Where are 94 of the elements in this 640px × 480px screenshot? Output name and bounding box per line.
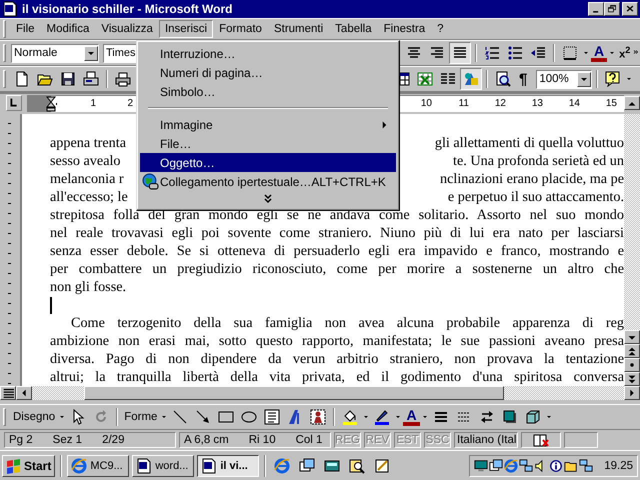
windows-icon[interactable] xyxy=(489,458,504,472)
status-text: A 6,8 cm xyxy=(184,434,229,446)
text-line: non gli fosse. xyxy=(50,278,126,296)
monitor-icon[interactable] xyxy=(474,458,488,472)
chevron-down-icon xyxy=(263,194,273,204)
status-panel xyxy=(564,432,598,448)
ruler-number: 14 xyxy=(543,98,580,109)
text-line: nel reale trovavasi egli poi sovente come straniero. Niuno più di lui era nato per lasciarsi xyxy=(50,224,624,242)
next-page-button[interactable] xyxy=(624,372,640,386)
menu-item[interactable]: Modifica xyxy=(40,20,96,38)
text-line: diversa. Pago di non dipendere da verun arbitrio straniero, non provava la tentazione xyxy=(50,350,624,368)
text-line: gli allettamenti di quella voluttuo xyxy=(434,134,624,152)
draw-menu[interactable]: Disegno xyxy=(11,411,58,423)
document-icon xyxy=(201,458,218,474)
task-label: MC9... xyxy=(90,460,123,472)
network-icon[interactable] xyxy=(579,458,594,472)
font-color-button[interactable]: A xyxy=(403,408,420,426)
submenu-arrow-icon xyxy=(381,120,388,128)
text-line: melanconia r xyxy=(50,170,124,188)
text-line: e perpetuo il suo attaccamento. xyxy=(448,188,624,206)
spelling-book-icon[interactable] xyxy=(533,432,549,448)
menu-entry[interactable]: Numeri di pagina… xyxy=(140,63,396,82)
text-line: nclinazioni erano placide, ma pe xyxy=(440,170,624,188)
status-text: 2/29 xyxy=(102,434,124,446)
superscript-button[interactable]: x$^{2}$ xyxy=(617,45,632,61)
shapes-menu[interactable]: Forme xyxy=(122,411,160,423)
zoom-dropdown[interactable]: 100% xyxy=(536,70,592,88)
text-line: appena trenta xyxy=(50,134,126,152)
drawing-icon[interactable] xyxy=(460,68,482,90)
view-button[interactable] xyxy=(0,386,16,400)
menu-item[interactable]: Formato xyxy=(213,20,268,38)
taskbar-button[interactable]: il vi... xyxy=(197,454,260,476)
minimize-button[interactable] xyxy=(588,2,604,16)
document-icon xyxy=(136,458,152,474)
web-page-icon xyxy=(71,458,88,474)
menu-entry[interactable]: Interruzione… xyxy=(140,44,396,63)
window-title: il visionario schiller - Microsoft Word xyxy=(22,2,234,16)
menu-item[interactable]: File xyxy=(10,20,41,38)
scroll-left-button[interactable] xyxy=(16,386,32,400)
task-label: word... xyxy=(155,460,188,472)
text-line: per combattere un pregiudizio riconosciuto, come per morire a sostenerne un altro che xyxy=(50,260,624,278)
text-line: sesso avealo xyxy=(50,152,121,170)
text-line: Come terzogenito della sua famiglia non avea alcuna probabile apparenza di reg xyxy=(71,314,624,332)
vertical-scrollbar[interactable] xyxy=(624,114,640,386)
scroll-right-button[interactable] xyxy=(624,386,640,400)
status-text: Pg 2 xyxy=(9,434,33,446)
task-label: il vi... xyxy=(220,460,248,472)
restore-button[interactable] xyxy=(604,2,620,16)
ruler-number: 13 xyxy=(506,98,543,109)
scroll-thumb[interactable] xyxy=(84,386,504,400)
close-button[interactable] xyxy=(622,2,638,16)
style-dropdown[interactable]: Normale xyxy=(11,44,99,62)
menu-entry[interactable]: Immagine xyxy=(140,115,396,134)
menu-entry[interactable]: File… xyxy=(140,134,396,153)
status-text: Sez 1 xyxy=(52,434,82,446)
menu-item[interactable]: Tabella xyxy=(329,20,378,38)
show-marks-button[interactable]: ¶ xyxy=(515,70,532,88)
taskbar-button[interactable]: word... xyxy=(132,454,194,476)
tab-stop-icon[interactable] xyxy=(6,95,22,111)
computers-icon[interactable] xyxy=(519,458,534,472)
menu-item[interactable]: Visualizza xyxy=(95,20,159,38)
menu-entry[interactable]: Collegamento ipertestuale…ALT+CTRL+K xyxy=(140,172,396,191)
ruler-number: 2 xyxy=(96,98,133,109)
text-line: altrui; la tranquilla libertà della vita privata, ed il godimento d'una spiritosa conversa xyxy=(50,368,624,386)
menu-item[interactable]: ? xyxy=(431,20,450,38)
text-line: ambizione non erasi mai, sotto questo rapporto, manifestata; le sue passioni aveano presa xyxy=(50,332,624,350)
status-text: Col 1 xyxy=(296,434,322,446)
globe-icon xyxy=(142,173,159,190)
previous-page-button[interactable] xyxy=(624,344,640,358)
info-icon[interactable] xyxy=(549,458,564,472)
font-color-button[interactable]: A xyxy=(591,44,608,62)
dropdown-icon[interactable] xyxy=(84,46,98,60)
text-cursor xyxy=(50,297,52,314)
text-line: all'eccesso; le xyxy=(50,188,128,206)
taskbar-button[interactable]: MC9... xyxy=(67,454,130,476)
menu-entry[interactable]: Simbolo… xyxy=(140,82,396,101)
windows-flag-icon xyxy=(6,458,22,474)
browse-object-button[interactable] xyxy=(624,358,640,372)
text-line: te. Una profonda serietà ed un xyxy=(453,152,624,170)
language-indicator[interactable]: Italiano (Ital xyxy=(454,432,518,448)
status-text: Ri 10 xyxy=(248,434,276,446)
start-button[interactable]: Start xyxy=(2,454,56,476)
menu-item[interactable]: Strumenti xyxy=(268,20,330,38)
dropdown-icon[interactable] xyxy=(577,72,592,86)
indent-marker-icon[interactable] xyxy=(46,96,56,112)
menu-item[interactable]: Finestra xyxy=(378,20,432,38)
scroll-up-button[interactable] xyxy=(624,96,640,110)
clock: 19.25 xyxy=(604,460,633,472)
font-dropdown[interactable]: Times xyxy=(103,44,139,62)
scroll-down-button[interactable] xyxy=(624,330,640,344)
text-line: senza esser debole. Se si otteneva di persuaderlo egli era impavido e franco, mostrando e xyxy=(50,242,624,260)
align-justify-icon[interactable] xyxy=(449,42,471,64)
menu-item[interactable]: Inserisci xyxy=(158,20,214,38)
menu-entry[interactable]: Oggetto… xyxy=(140,153,396,172)
